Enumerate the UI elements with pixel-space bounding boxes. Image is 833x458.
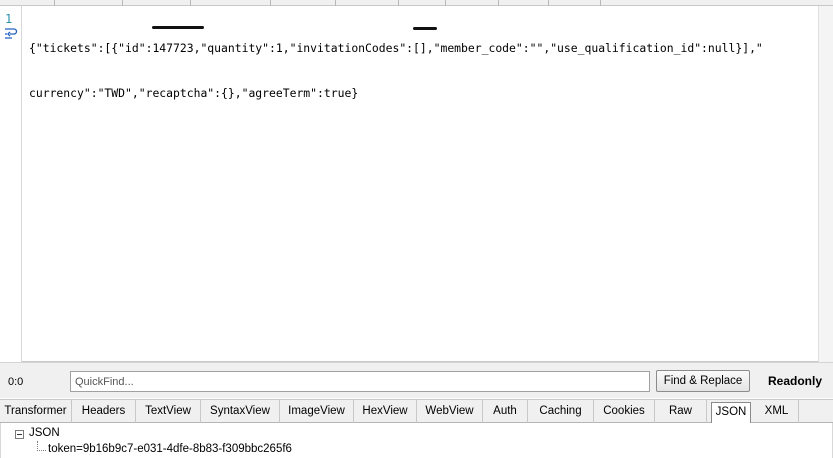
line-number: 1 <box>5 12 13 26</box>
tab-transformer[interactable]: Transformer <box>0 400 72 423</box>
word-wrap-icon <box>5 28 18 39</box>
quickfind-input[interactable] <box>70 371 650 392</box>
tab-caching[interactable]: Caching <box>528 400 594 423</box>
tab-json[interactable]: JSON <box>711 402 751 423</box>
tab-auth[interactable]: Auth <box>483 400 528 423</box>
response-tabs: Transformer Headers TextView SyntaxView … <box>0 399 833 423</box>
tree-root-node[interactable]: JSON <box>29 427 60 439</box>
cursor-position: 0:0 <box>8 376 24 388</box>
ink-underline-id <box>152 26 204 29</box>
collapse-icon[interactable] <box>15 430 24 439</box>
tree-child-node[interactable]: token=9b16b9c7-e031-4dfe-8b83-f309bbc265… <box>48 443 292 455</box>
tab-cookies[interactable]: Cookies <box>594 400 655 423</box>
tab-textview[interactable]: TextView <box>136 400 201 423</box>
tab-syntaxview[interactable]: SyntaxView <box>201 400 280 423</box>
tree-connector <box>37 450 46 451</box>
tab-hexview[interactable]: HexView <box>354 400 417 423</box>
tab-xml[interactable]: XML <box>755 400 799 423</box>
ink-underline-codes <box>413 27 437 30</box>
line-gutter: 1 <box>0 6 22 362</box>
code-line-2: currency":"TWD","recaptcha":{},"agreeTer… <box>29 86 359 100</box>
find-replace-button[interactable]: Find & Replace <box>656 370 750 392</box>
vertical-scrollbar[interactable] <box>818 6 833 362</box>
code-text[interactable]: {"tickets":[{"id":147723,"quantity":1,"i… <box>29 11 763 131</box>
tab-raw[interactable]: Raw <box>655 400 707 423</box>
code-line-1: {"tickets":[{"id":147723,"quantity":1,"i… <box>29 41 763 55</box>
json-tree-view: JSON token=9b16b9c7-e031-4dfe-8b83-f309b… <box>0 423 833 458</box>
tab-headers[interactable]: Headers <box>72 400 136 423</box>
request-body-editor[interactable]: 1 {"tickets":[{"id":147723,"quantity":1,… <box>0 6 833 362</box>
find-bar: 0:0 Find & Replace Readonly <box>0 362 833 398</box>
tab-imageview[interactable]: ImageView <box>280 400 354 423</box>
tab-webview[interactable]: WebView <box>417 400 483 423</box>
readonly-label: Readonly <box>768 374 823 388</box>
